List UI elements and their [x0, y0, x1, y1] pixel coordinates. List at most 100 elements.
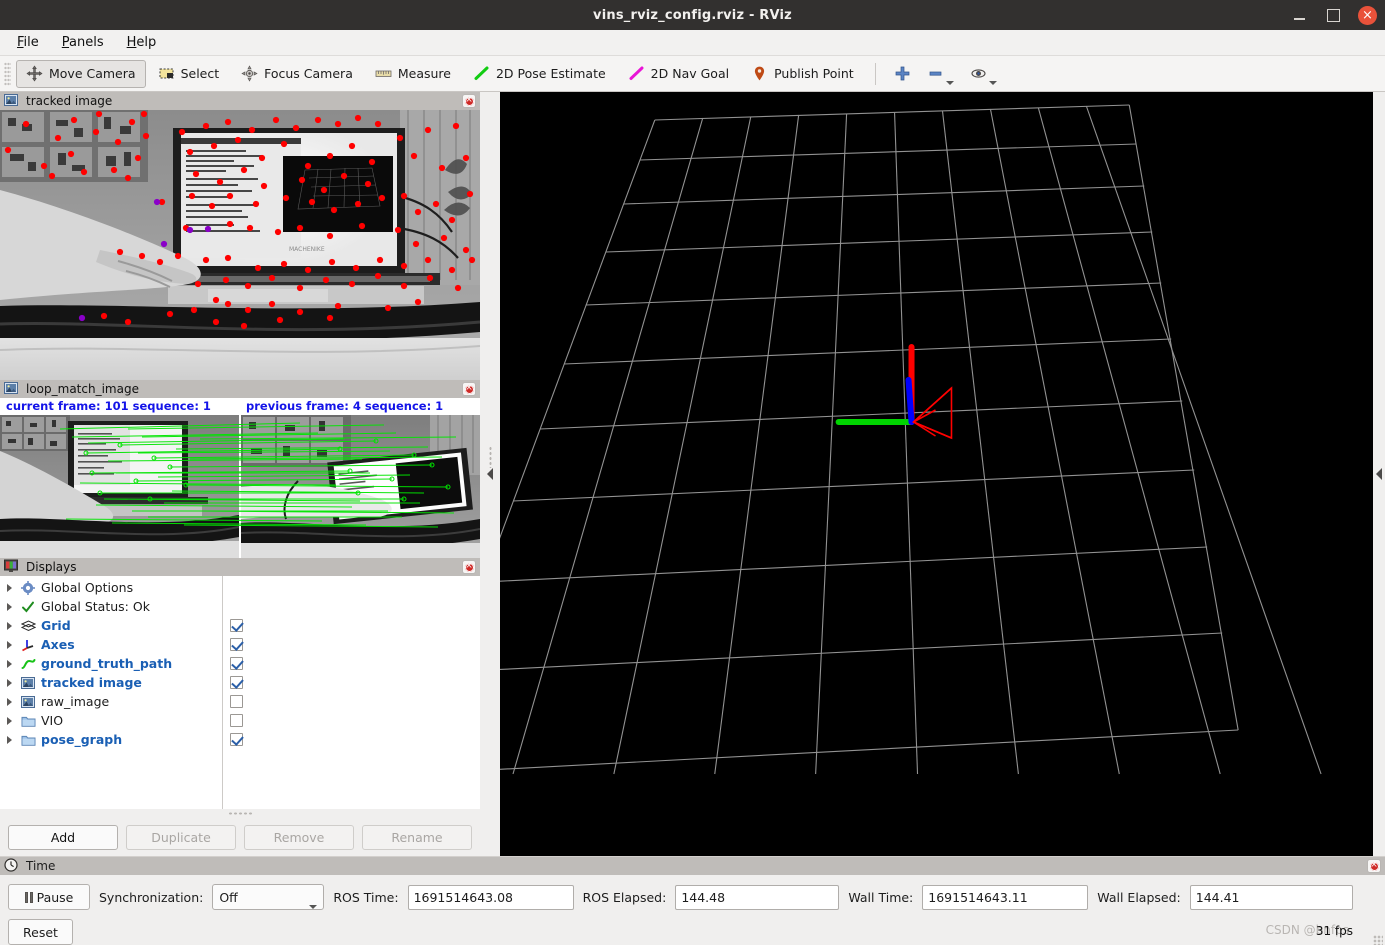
display-item-enabled-cell[interactable] — [223, 654, 480, 673]
chevron-down-icon[interactable] — [945, 80, 954, 85]
displays-tree-resize-handle[interactable] — [0, 809, 480, 818]
display-item-label: VIO — [41, 713, 64, 728]
expand-arrow-icon[interactable] — [5, 621, 15, 631]
loop-match-close-button[interactable] — [462, 382, 476, 396]
tool-publish-point[interactable]: Publish Point — [741, 60, 864, 88]
collapse-left-icon[interactable] — [487, 468, 493, 480]
pose-estimate-icon — [473, 65, 490, 82]
window-title: vins_rviz_config.rviz - RViz — [593, 7, 792, 23]
ros-time-field[interactable]: 1691514643.08 — [407, 884, 574, 910]
displays-tree-values-column — [222, 576, 480, 809]
display-item-pose-graph[interactable]: pose_graph — [0, 730, 222, 749]
display-item-grid[interactable]: Grid — [0, 616, 222, 635]
duplicate-button[interactable]: Duplicate — [126, 824, 236, 850]
right-dock-splitter[interactable] — [1373, 92, 1385, 856]
add-button[interactable]: Add — [8, 824, 118, 850]
time-close-button[interactable] — [1367, 859, 1381, 873]
display-item-tracked-image[interactable]: tracked image — [0, 673, 222, 692]
expand-arrow-icon[interactable] — [5, 716, 15, 726]
reset-button[interactable]: Reset — [8, 919, 73, 945]
minimize-button[interactable] — [1290, 6, 1308, 24]
display-item-global-status-ok[interactable]: Global Status: Ok — [0, 597, 222, 616]
publish-point-icon — [751, 65, 768, 82]
left-dock: tracked image × MACHENIKE loop_match_ima… — [0, 92, 480, 856]
synchronization-value: Off — [219, 889, 238, 905]
close-button[interactable]: × — [1358, 5, 1377, 25]
ros-elapsed-field[interactable]: 144.48 — [675, 884, 840, 910]
tool-remove-view[interactable] — [920, 60, 961, 88]
expand-arrow-icon[interactable] — [5, 697, 15, 707]
tool-measure[interactable]: Measure — [365, 60, 461, 88]
menu-file[interactable]: File — [8, 33, 48, 52]
tool-move-camera[interactable]: Move Camera — [16, 59, 146, 88]
chevron-down-icon — [309, 905, 318, 909]
display-item-enabled-cell[interactable] — [223, 692, 480, 711]
tool-add-view[interactable] — [887, 60, 918, 88]
wall-time-field[interactable]: 1691514643.11 — [922, 884, 1089, 910]
display-item-enabled-cell[interactable] — [223, 616, 480, 635]
rename-button[interactable]: Rename — [362, 824, 472, 850]
display-item-global-options[interactable]: Global Options — [0, 578, 222, 597]
display-item-enabled-cell[interactable] — [223, 635, 480, 654]
tool-select[interactable]: Select — [148, 60, 230, 88]
left-dock-splitter[interactable] — [480, 92, 500, 856]
display-enabled-checkbox[interactable] — [230, 638, 243, 651]
displays-tree: Global Options Global Status: Ok Grid Axes g… — [0, 576, 480, 809]
time-title-bar[interactable]: Time — [0, 857, 1385, 875]
panel-tracked-image: tracked image × MACHENIKE — [0, 92, 480, 380]
tool-publish-point-label: Publish Point — [774, 66, 854, 81]
display-enabled-checkbox[interactable] — [230, 619, 243, 632]
maximize-button[interactable] — [1324, 6, 1342, 24]
loop-previous-frame-label: previous frame: 4 sequence: 1 — [246, 399, 444, 413]
focus-camera-icon — [241, 65, 258, 82]
display-enabled-checkbox[interactable] — [230, 676, 243, 689]
select-icon — [158, 65, 175, 82]
display-item-vio[interactable]: VIO — [0, 711, 222, 730]
image-display-icon — [20, 675, 36, 691]
display-item-enabled-cell[interactable] — [223, 673, 480, 692]
menu-panels[interactable]: Panels — [53, 33, 113, 52]
display-item-axes[interactable]: Axes — [0, 635, 222, 654]
synchronization-select[interactable]: Off — [212, 884, 325, 910]
displays-close-button[interactable] — [462, 560, 476, 574]
toolbar-drag-handle[interactable] — [4, 61, 11, 86]
display-enabled-checkbox[interactable] — [230, 657, 243, 670]
display-item-enabled-cell[interactable] — [223, 730, 480, 749]
loop-match-image-content[interactable] — [0, 415, 480, 558]
tool-2d-pose-estimate[interactable]: 2D Pose Estimate — [463, 60, 616, 88]
menu-help[interactable]: Help — [118, 33, 166, 52]
loop-match-title-bar[interactable]: loop_match_image — [0, 380, 480, 398]
display-item-ground-truth-path[interactable]: ground_truth_path — [0, 654, 222, 673]
pause-button[interactable]: Pause — [8, 884, 90, 910]
tracked-image-content[interactable]: MACHENIKE — [0, 110, 480, 380]
display-enabled-checkbox[interactable] — [230, 733, 243, 746]
expand-arrow-icon[interactable] — [5, 602, 15, 612]
tracked-image-title-bar[interactable]: tracked image — [0, 92, 480, 110]
nav-goal-icon — [628, 65, 645, 82]
expand-arrow-icon[interactable] — [5, 735, 15, 745]
display-enabled-checkbox[interactable] — [230, 695, 243, 708]
display-item-enabled-cell[interactable] — [223, 711, 480, 730]
expand-arrow-icon[interactable] — [5, 659, 15, 669]
display-item-label: Grid — [41, 618, 71, 633]
tracked-image-close-button[interactable] — [462, 94, 476, 108]
chevron-down-icon[interactable] — [988, 80, 997, 85]
tool-focus-camera[interactable]: Focus Camera — [231, 60, 363, 88]
path-icon — [20, 656, 36, 672]
remove-button[interactable]: Remove — [244, 824, 354, 850]
ros-elapsed-label: ROS Elapsed: — [582, 889, 667, 905]
expand-arrow-icon[interactable] — [5, 583, 15, 593]
menu-bar: File Panels Help — [0, 30, 1385, 56]
displays-title-bar[interactable]: Displays — [0, 558, 480, 576]
expand-arrow-icon[interactable] — [5, 678, 15, 688]
render-viewport[interactable] — [500, 92, 1373, 856]
wall-elapsed-field[interactable]: 144.41 — [1189, 884, 1353, 910]
pause-button-label: Pause — [36, 889, 74, 905]
display-enabled-checkbox[interactable] — [230, 714, 243, 727]
tool-2d-nav-goal[interactable]: 2D Nav Goal — [618, 60, 739, 88]
window-resize-grip[interactable] — [1373, 935, 1383, 945]
expand-arrow-icon[interactable] — [5, 640, 15, 650]
tool-views-visibility[interactable] — [963, 60, 1004, 88]
display-item-raw-image[interactable]: raw_image — [0, 692, 222, 711]
collapse-right-icon[interactable] — [1376, 468, 1382, 480]
